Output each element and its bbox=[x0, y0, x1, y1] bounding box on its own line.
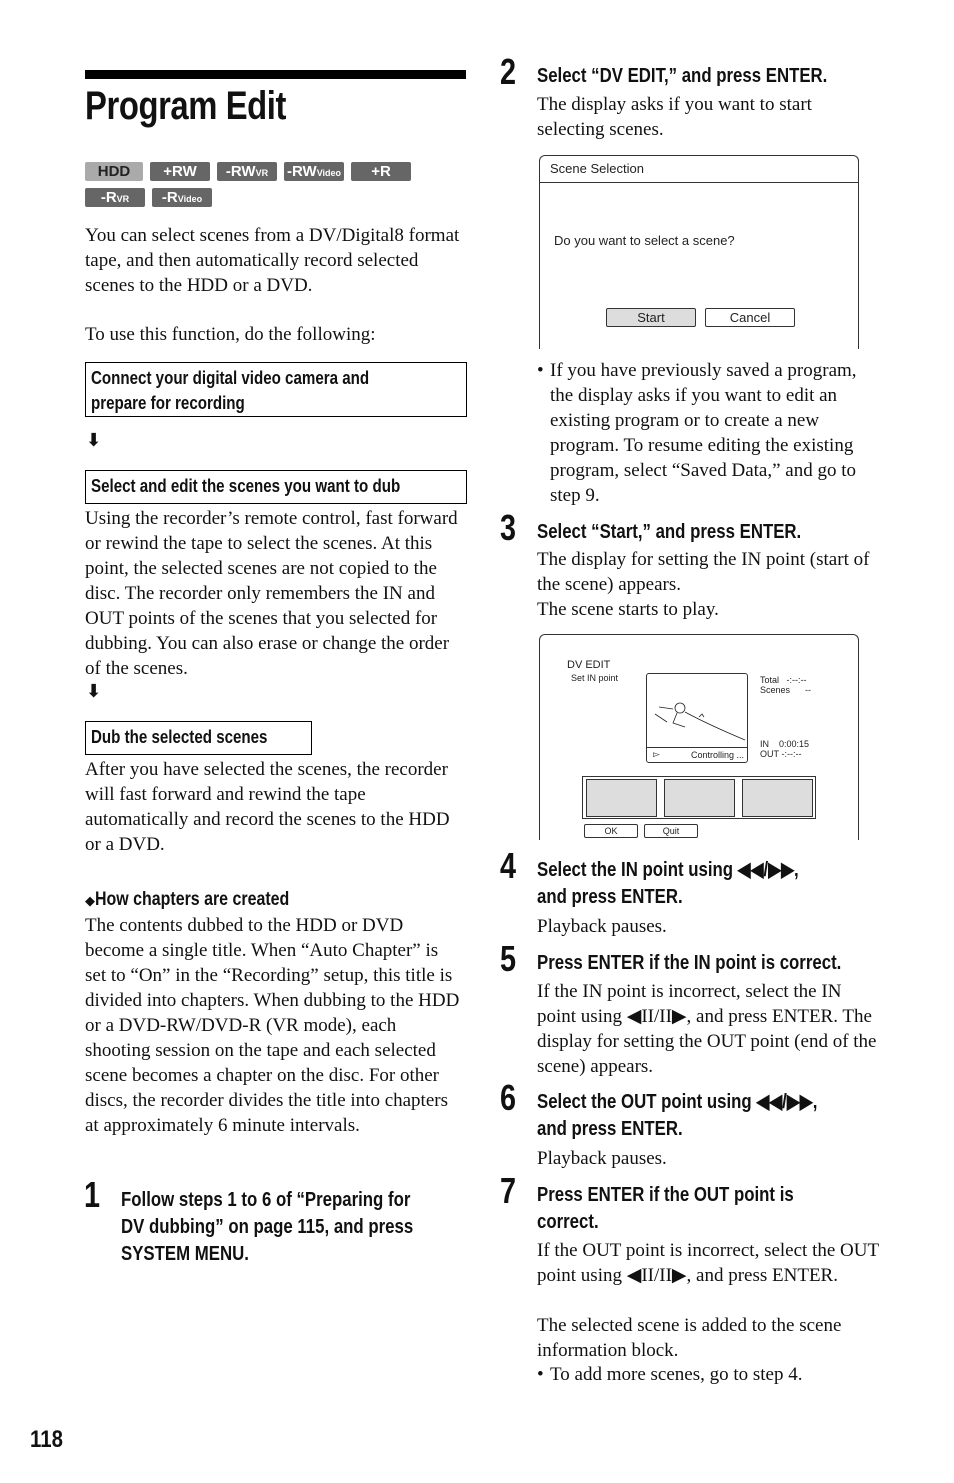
flow-box-select: Select and edit the scenes you want to d… bbox=[85, 470, 467, 504]
step-4-body: Playback pauses. bbox=[537, 916, 667, 937]
flow-box-text: Dub the selected scenes bbox=[91, 727, 268, 747]
flow-box-dub: Dub the selected scenes bbox=[85, 721, 312, 755]
quit-button[interactable]: Quit bbox=[644, 824, 698, 838]
step-number: 6 bbox=[500, 1077, 517, 1118]
play-icon: ▻ bbox=[653, 750, 660, 760]
step-7-body: If the OUT point is incorrect, select th… bbox=[537, 1240, 879, 1286]
page-number: 118 bbox=[30, 1426, 63, 1453]
flow-body-select: Using the recorder’s remote control, fas… bbox=[85, 508, 458, 679]
out-value: -:--:-- bbox=[781, 749, 802, 759]
flow-box-connect: Connect your digital video camera and pr… bbox=[85, 362, 467, 417]
in-label: IN bbox=[760, 739, 769, 749]
dv-edit-title: DV EDIT bbox=[567, 659, 611, 671]
step-2-note: If you have previously saved a program, … bbox=[550, 360, 857, 506]
dv-edit-screen: DV EDIT Set IN point ▻ Controlling ... T… bbox=[539, 634, 859, 840]
page-title: Program Edit bbox=[85, 84, 287, 128]
skier-illustration-icon bbox=[654, 702, 746, 741]
step-number: 4 bbox=[500, 845, 517, 886]
dialog-question: Do you want to select a scene? bbox=[554, 233, 735, 248]
step-7-heading: Press ENTER if the OUT point is correct. bbox=[537, 1184, 794, 1233]
out-label: OUT bbox=[760, 749, 779, 759]
scene-slot[interactable] bbox=[664, 779, 735, 817]
step-3-body: The display for setting the IN point (st… bbox=[537, 549, 870, 595]
step-4-heading: Select the IN point using ◀◀/▶▶, and pre… bbox=[537, 859, 799, 908]
step-number: 3 bbox=[500, 507, 517, 548]
chapters-heading: ◆How chapters are created bbox=[85, 889, 290, 910]
chapters-body: The contents dubbed to the HDD or DVD be… bbox=[85, 915, 460, 1136]
step-number: 1 bbox=[84, 1174, 101, 1215]
step-2-body: The display asks if you want to start se… bbox=[537, 94, 812, 140]
flow-box-text: prepare for recording bbox=[91, 393, 245, 413]
in-out-panel: IN 0:00:15 OUT -:--:-- bbox=[760, 739, 809, 759]
badge-rw-vr: -RWVR bbox=[217, 162, 277, 181]
step-5-body: If the IN point is incorrect, select the… bbox=[537, 981, 877, 1077]
flow-box-text: Connect your digital video camera and bbox=[91, 368, 370, 388]
ok-button[interactable]: OK bbox=[584, 824, 638, 838]
intro-text-2: To use this function, do the following: bbox=[85, 324, 376, 345]
step-number: 5 bbox=[500, 938, 517, 979]
scenes-label: Scenes bbox=[760, 685, 791, 695]
step-1-heading: Follow steps 1 to 6 of “Preparing for DV… bbox=[121, 1189, 414, 1265]
dialog-title: Scene Selection bbox=[540, 156, 858, 183]
step-3-body-2: The scene starts to play. bbox=[537, 599, 719, 620]
step-7-body-2: The selected scene is added to the scene… bbox=[537, 1315, 842, 1361]
step-2-heading: Select “DV EDIT,” and press ENTER. bbox=[537, 65, 828, 87]
scene-selection-dialog: Scene Selection Do you want to select a … bbox=[539, 155, 859, 349]
title-rule bbox=[85, 70, 466, 79]
diamond-icon: ◆ bbox=[85, 894, 95, 909]
disc-type-badges: HDD +RW -RWVR -RWVideo +R -RVR -RVideo bbox=[85, 162, 445, 214]
intro-text: You can select scenes from a DV/Digital8… bbox=[85, 225, 460, 296]
badge-r-video: -RVideo bbox=[152, 188, 212, 207]
scene-info-block bbox=[582, 776, 816, 819]
badge-hdd: HDD bbox=[85, 162, 143, 181]
bullet-icon: • bbox=[537, 1364, 544, 1385]
dv-edit-subtitle: Set IN point bbox=[571, 673, 619, 683]
arrow-down-icon: ⬇ bbox=[86, 430, 102, 451]
cancel-button[interactable]: Cancel bbox=[705, 308, 795, 327]
scene-slot[interactable] bbox=[742, 779, 813, 817]
step-number: 7 bbox=[500, 1170, 517, 1211]
scene-slot[interactable] bbox=[586, 779, 657, 817]
total-value: -:--:-- bbox=[786, 675, 807, 685]
step-5-heading: Press ENTER if the IN point is correct. bbox=[537, 952, 842, 974]
arrow-down-icon: ⬇ bbox=[86, 681, 102, 702]
step-3-heading: Select “Start,” and press ENTER. bbox=[537, 521, 802, 543]
step-6-body: Playback pauses. bbox=[537, 1148, 667, 1169]
bullet-icon: • bbox=[537, 360, 544, 381]
flow-box-text: Select and edit the scenes you want to d… bbox=[91, 476, 401, 496]
step-7-note: To add more scenes, go to step 4. bbox=[550, 1364, 803, 1385]
flow-body-dub: After you have selected the scenes, the … bbox=[85, 759, 450, 855]
controlling-status: Controlling ... bbox=[690, 750, 744, 760]
in-value: 0:00:15 bbox=[779, 739, 810, 749]
badge-r-vr: -RVR bbox=[85, 188, 145, 207]
total-label: Total bbox=[760, 675, 780, 685]
badge-plus-r: +R bbox=[351, 162, 411, 181]
badge-plus-rw: +RW bbox=[150, 162, 210, 181]
step-6-heading: Select the OUT point using ◀◀/▶▶, and pr… bbox=[537, 1091, 818, 1140]
step-number: 2 bbox=[500, 51, 517, 92]
badge-rw-video: -RWVideo bbox=[284, 162, 344, 181]
start-button[interactable]: Start bbox=[606, 308, 696, 327]
scenes-value: -- bbox=[805, 685, 812, 695]
video-preview: ▻ Controlling ... bbox=[646, 673, 748, 763]
totals-panel: Total -:--:-- Scenes -- bbox=[760, 675, 811, 695]
